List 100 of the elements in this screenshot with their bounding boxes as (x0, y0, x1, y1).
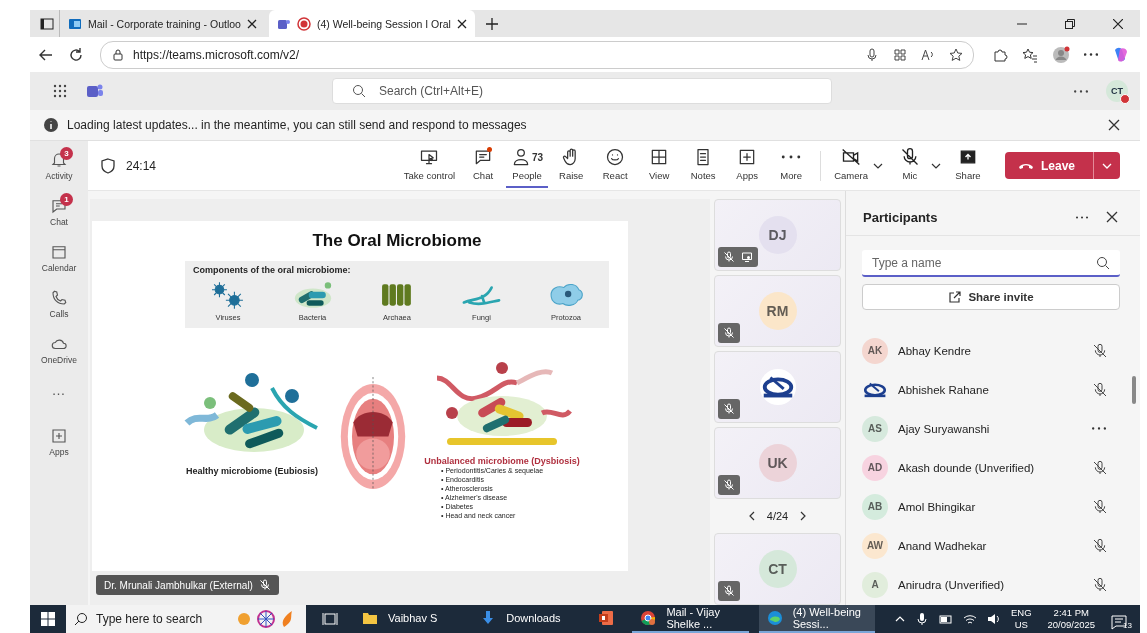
microphone-icon[interactable] (914, 612, 929, 626)
participant-row[interactable]: AK Abhay Kendre (862, 331, 1120, 370)
toolbar-button[interactable]: 73 People (506, 143, 549, 188)
participant-name: Anand Wadhekar (898, 539, 987, 552)
participant-avatar: AK (862, 337, 888, 364)
address-bar[interactable]: https://teams.microsoft.com/v2/ (100, 40, 974, 69)
more-icon[interactable] (1074, 89, 1088, 93)
participant-row[interactable]: AW Anand Wadhekar (862, 526, 1120, 565)
mic-off-icon (723, 585, 735, 597)
participant-avatar: AW (862, 532, 888, 559)
healthy-caption: Healthy microbiome (Eubiosis) (186, 466, 318, 476)
wifi-icon[interactable] (962, 612, 977, 626)
search-field[interactable]: Search (Ctrl+Alt+E) (332, 78, 832, 104)
share-icon (948, 290, 963, 304)
mic-off-icon (723, 327, 735, 339)
app-grid-icon[interactable] (893, 47, 907, 62)
more-icon (781, 155, 802, 159)
mic-off-icon (1092, 342, 1108, 359)
taskbar-app[interactable]: Mail - Vijay Shelke ... (632, 605, 749, 633)
rail-item[interactable]: … (35, 377, 83, 415)
more-icon[interactable] (1084, 53, 1098, 56)
mic-off-icon (1092, 459, 1108, 476)
phone-hangup-icon (1018, 162, 1033, 169)
clock[interactable]: 2:41 PM 20/09/2025 (1047, 607, 1096, 631)
mic-off-icon (723, 403, 735, 415)
name-search-field[interactable]: Type a name (862, 250, 1120, 277)
star-icon[interactable] (949, 47, 963, 62)
close-icon[interactable] (1108, 119, 1120, 131)
start-icon[interactable] (40, 611, 56, 627)
puzzle-icon[interactable] (992, 46, 1008, 63)
panel-title: Participants (863, 209, 938, 225)
refresh-icon[interactable] (68, 46, 84, 63)
language-indicator[interactable]: ENG US (1010, 607, 1032, 631)
copilot-icon[interactable] (1112, 45, 1130, 64)
rail-item[interactable]: Calls (35, 285, 83, 323)
close-icon[interactable] (1113, 18, 1123, 29)
rail-item[interactable]: OneDrive (35, 331, 83, 369)
toolbar-button[interactable]: Apps (726, 143, 769, 188)
toolbar-button[interactable]: Chat (462, 143, 505, 188)
bell-icon (50, 151, 68, 169)
participant-row[interactable]: A Anirudra (Unverified) (862, 565, 1120, 604)
participant-row[interactable]: AD Akash dounde (Unverified) (862, 448, 1120, 487)
device-button[interactable]: Share (946, 143, 989, 188)
toolbar-button[interactable]: Notes (682, 143, 725, 188)
info-icon (43, 117, 59, 133)
device-button[interactable]: Mic (888, 143, 931, 188)
app-launcher-icon[interactable] (52, 83, 68, 99)
video-tile[interactable] (714, 351, 841, 423)
mic-off-icon (1092, 537, 1108, 554)
participant-row[interactable]: Abhishek Rahane (862, 370, 1120, 409)
video-tile[interactable]: DJ (714, 199, 841, 271)
unbalanced-caption: Unbalanced microbiome (Dysbiosis) (424, 456, 580, 466)
task-view-icon[interactable] (322, 611, 338, 627)
close-icon[interactable] (1106, 211, 1118, 223)
favorites-icon[interactable] (1022, 46, 1038, 63)
more-icon[interactable] (1092, 427, 1106, 430)
video-tile[interactable]: RM (714, 275, 841, 347)
participant-avatar: AB (862, 493, 888, 520)
restore-icon[interactable] (1065, 18, 1075, 29)
participant-row[interactable]: AB Amol Bhingikar (862, 487, 1120, 526)
user-avatar[interactable]: CT (1106, 80, 1128, 102)
taskbar-search-field[interactable]: Type here to search (66, 605, 306, 633)
close-icon[interactable] (456, 18, 467, 29)
leave-button[interactable]: Leave (1004, 152, 1120, 179)
toolbar-button[interactable]: React (594, 143, 637, 188)
battery-icon[interactable] (938, 612, 953, 626)
participant-row[interactable]: AS Ajay Suryawanshi (862, 409, 1120, 448)
more-icon[interactable] (1076, 215, 1088, 219)
tab-actions-icon[interactable] (39, 15, 55, 32)
rail-item[interactable]: 3 Activity (35, 147, 83, 185)
recording-icon (296, 16, 311, 31)
phone-icon (50, 289, 68, 307)
toolbar-button[interactable]: Take control (398, 143, 461, 188)
rail-item[interactable]: Calendar (35, 239, 83, 277)
toolbar-button[interactable]: Raise (550, 143, 593, 188)
close-icon[interactable] (246, 18, 257, 29)
chevron-up-icon[interactable] (894, 614, 905, 624)
rail-item[interactable]: Apps (35, 423, 83, 461)
taskbar-app[interactable]: (4) Well-being Sessi... (758, 605, 875, 633)
device-button[interactable]: Camera (829, 143, 873, 188)
taskbar-app[interactable]: Vaibhav S (354, 605, 463, 633)
profile-icon[interactable] (1052, 45, 1070, 64)
taskbar-app[interactable]: Downloads (472, 605, 581, 633)
components-heading: Components of the oral microbiome: (193, 265, 352, 275)
rail-item[interactable]: 1 Chat (35, 193, 83, 231)
participant-name: Abhishek Rahane (898, 383, 989, 396)
browser-tab[interactable]: (4) Well-being Session I Oral (268, 10, 475, 37)
video-tile[interactable]: UK (714, 427, 841, 499)
read-aloud-icon[interactable] (921, 47, 935, 62)
video-tile[interactable]: CT (714, 533, 841, 605)
participant-name: Ajay Suryawanshi (898, 422, 990, 435)
speaker-icon[interactable] (986, 612, 1001, 626)
new-tab-icon[interactable] (484, 16, 499, 31)
toolbar-button[interactable]: View (638, 143, 681, 188)
chat-icon (50, 197, 68, 215)
meeting-timer: 24:14 (126, 158, 157, 173)
browser-icon (766, 610, 783, 626)
toolbar-button[interactable]: More (770, 143, 813, 188)
share-invite-button[interactable]: Share invite (862, 284, 1120, 310)
participant-name: Abhay Kendre (898, 344, 971, 357)
